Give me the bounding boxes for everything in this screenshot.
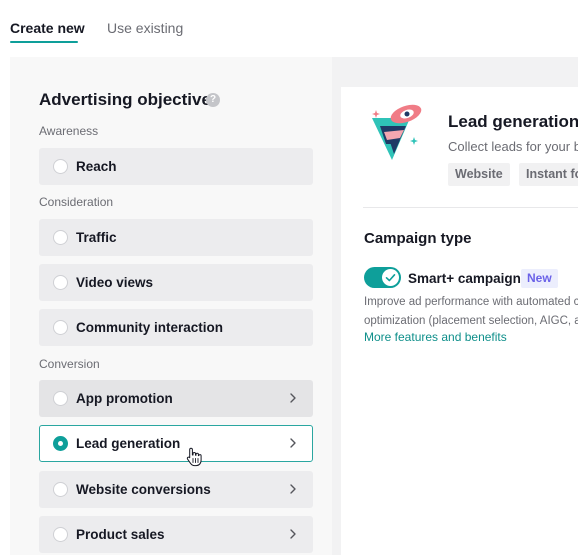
option-label: Lead generation — [76, 436, 181, 451]
objective-title: Advertising objective — [39, 90, 211, 109]
question-circle-icon[interactable]: ? — [206, 93, 220, 107]
radio-icon[interactable] — [53, 275, 68, 290]
active-tab-indicator — [10, 41, 78, 43]
option-label: Reach — [76, 159, 117, 174]
tab-create-new[interactable]: Create new — [10, 19, 85, 37]
smart-plus-label: Smart+ campaign — [408, 271, 521, 286]
new-badge: New — [521, 269, 558, 288]
option-label: Community interaction — [76, 320, 224, 335]
chevron-right-icon — [290, 484, 296, 494]
option-label: Website conversions — [76, 482, 211, 497]
option-reach[interactable]: Reach — [39, 148, 313, 185]
option-lead-generation[interactable]: Lead generation — [39, 425, 313, 462]
campaign-type-title: Campaign type — [364, 230, 472, 247]
radio-icon[interactable] — [53, 159, 68, 174]
chip-website: Website — [448, 163, 510, 186]
option-label: Traffic — [76, 230, 117, 245]
radio-icon[interactable] — [53, 391, 68, 406]
toggle-knob — [382, 269, 399, 286]
option-label: Video views — [76, 275, 154, 290]
option-label: Product sales — [76, 527, 165, 542]
option-video-views[interactable]: Video views — [39, 264, 313, 301]
option-website-conversions[interactable]: Website conversions — [39, 471, 313, 508]
campaign-type-description: Improve ad performance with automated c … — [364, 293, 578, 331]
option-traffic[interactable]: Traffic — [39, 219, 313, 256]
detail-description: Collect leads for your b — [448, 139, 578, 154]
chevron-right-icon — [290, 393, 296, 403]
radio-selected-icon[interactable] — [53, 436, 68, 451]
lead-generation-illustration — [372, 104, 422, 160]
radio-icon[interactable] — [53, 320, 68, 335]
hand-pointer-cursor-icon — [186, 447, 202, 467]
campaign-type-description-line-2: optimization (placement selection, AIGC,… — [364, 315, 578, 327]
divider — [363, 207, 578, 208]
option-label: App promotion — [76, 391, 173, 406]
detail-title: Lead generation — [448, 112, 578, 131]
radio-icon[interactable] — [53, 527, 68, 542]
chevron-right-icon — [290, 529, 296, 539]
smart-plus-toggle[interactable] — [364, 267, 401, 288]
tab-bar: Create new Use existing — [0, 0, 578, 50]
option-community-interaction[interactable]: Community interaction — [39, 309, 313, 346]
more-features-link[interactable]: More features and benefits — [364, 330, 507, 345]
radio-icon[interactable] — [53, 482, 68, 497]
section-awareness: Awareness — [39, 124, 99, 138]
section-conversion: Conversion — [39, 357, 100, 371]
campaign-type-description-line-1: Improve ad performance with automated c — [364, 296, 578, 308]
option-product-sales[interactable]: Product sales — [39, 516, 313, 553]
section-consideration: Consideration — [39, 195, 114, 209]
checkmark-icon — [385, 274, 396, 282]
chip-instant-form: Instant fo — [519, 163, 578, 186]
option-app-promotion[interactable]: App promotion — [39, 380, 313, 417]
radio-icon[interactable] — [53, 230, 68, 245]
chevron-right-icon — [290, 438, 296, 448]
tab-use-existing[interactable]: Use existing — [107, 19, 183, 37]
